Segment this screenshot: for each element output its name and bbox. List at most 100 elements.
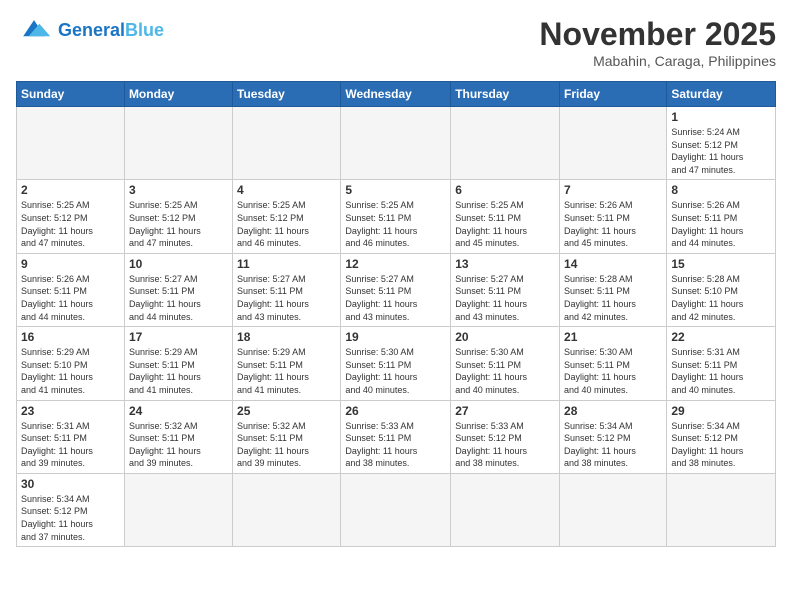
day-info: Sunrise: 5:27 AM Sunset: 5:11 PM Dayligh… xyxy=(129,273,228,323)
day-number: 3 xyxy=(129,183,228,197)
calendar-week-row: 30 Sunrise: 5:34 AM Sunset: 5:12 PM Dayli… xyxy=(17,473,776,546)
day-number: 23 xyxy=(21,404,120,418)
day-number: 20 xyxy=(455,330,555,344)
weekday-header: Sunday xyxy=(17,82,125,107)
calendar-day-cell: 24 Sunrise: 5:32 AM Sunset: 5:11 PM Dayli… xyxy=(124,400,232,473)
calendar-week-row: 2 Sunrise: 5:25 AM Sunset: 5:12 PM Daylig… xyxy=(17,180,776,253)
day-info: Sunrise: 5:34 AM Sunset: 5:12 PM Dayligh… xyxy=(21,493,120,543)
calendar-day-cell: 4 Sunrise: 5:25 AM Sunset: 5:12 PM Daylig… xyxy=(233,180,341,253)
day-info: Sunrise: 5:26 AM Sunset: 5:11 PM Dayligh… xyxy=(671,199,771,249)
day-number: 22 xyxy=(671,330,771,344)
weekday-header: Monday xyxy=(124,82,232,107)
day-number: 15 xyxy=(671,257,771,271)
calendar-day-cell: 7Sunrise: 5:26 AM Sunset: 5:11 PM Daylig… xyxy=(560,180,667,253)
calendar-day-cell: 14 Sunrise: 5:28 AM Sunset: 5:11 PM Dayli… xyxy=(560,253,667,326)
day-number: 30 xyxy=(21,477,120,491)
day-number: 18 xyxy=(237,330,336,344)
calendar-day-cell: 29 Sunrise: 5:34 AM Sunset: 5:12 PM Dayli… xyxy=(667,400,776,473)
calendar-day-cell: 13 Sunrise: 5:27 AM Sunset: 5:11 PM Dayli… xyxy=(451,253,560,326)
day-number: 4 xyxy=(237,183,336,197)
calendar-day-cell: 30 Sunrise: 5:34 AM Sunset: 5:12 PM Dayli… xyxy=(17,473,125,546)
calendar-day-cell: 8 Sunrise: 5:26 AM Sunset: 5:11 PM Daylig… xyxy=(667,180,776,253)
calendar-day-cell: 9Sunrise: 5:26 AM Sunset: 5:11 PM Daylig… xyxy=(17,253,125,326)
day-number: 17 xyxy=(129,330,228,344)
calendar-day-cell: 11 Sunrise: 5:27 AM Sunset: 5:11 PM Dayli… xyxy=(233,253,341,326)
calendar-day-cell xyxy=(341,107,451,180)
calendar-day-cell: 3 Sunrise: 5:25 AM Sunset: 5:12 PM Daylig… xyxy=(124,180,232,253)
day-number: 25 xyxy=(237,404,336,418)
calendar-day-cell: 17Sunrise: 5:29 AM Sunset: 5:11 PM Dayli… xyxy=(124,327,232,400)
calendar-day-cell xyxy=(451,473,560,546)
day-number: 11 xyxy=(237,257,336,271)
day-number: 24 xyxy=(129,404,228,418)
calendar-day-cell: 26 Sunrise: 5:33 AM Sunset: 5:11 PM Dayli… xyxy=(341,400,451,473)
weekday-header-row: SundayMondayTuesdayWednesdayThursdayFrid… xyxy=(17,82,776,107)
day-number: 6 xyxy=(455,183,555,197)
calendar-day-cell xyxy=(17,107,125,180)
location: Mabahin, Caraga, Philippines xyxy=(539,53,776,69)
calendar-day-cell: 1Sunrise: 5:24 AM Sunset: 5:12 PM Daylig… xyxy=(667,107,776,180)
calendar-day-cell: 15 Sunrise: 5:28 AM Sunset: 5:10 PM Dayli… xyxy=(667,253,776,326)
day-number: 10 xyxy=(129,257,228,271)
calendar-day-cell xyxy=(560,107,667,180)
calendar-day-cell xyxy=(124,473,232,546)
day-number: 26 xyxy=(345,404,446,418)
day-info: Sunrise: 5:32 AM Sunset: 5:11 PM Dayligh… xyxy=(237,420,336,470)
day-info: Sunrise: 5:32 AM Sunset: 5:11 PM Dayligh… xyxy=(129,420,228,470)
logo-text: GeneralBlue xyxy=(58,20,164,41)
day-info: Sunrise: 5:25 AM Sunset: 5:11 PM Dayligh… xyxy=(455,199,555,249)
day-number: 2 xyxy=(21,183,120,197)
logo: GeneralBlue xyxy=(16,16,164,44)
day-info: Sunrise: 5:31 AM Sunset: 5:11 PM Dayligh… xyxy=(671,346,771,396)
day-number: 5 xyxy=(345,183,446,197)
day-number: 9 xyxy=(21,257,120,271)
calendar-day-cell: 25 Sunrise: 5:32 AM Sunset: 5:11 PM Dayli… xyxy=(233,400,341,473)
day-number: 27 xyxy=(455,404,555,418)
day-number: 1 xyxy=(671,110,771,124)
day-info: Sunrise: 5:29 AM Sunset: 5:10 PM Dayligh… xyxy=(21,346,120,396)
day-info: Sunrise: 5:30 AM Sunset: 5:11 PM Dayligh… xyxy=(455,346,555,396)
weekday-header: Saturday xyxy=(667,82,776,107)
logo-blue: Blue xyxy=(125,20,164,40)
day-info: Sunrise: 5:27 AM Sunset: 5:11 PM Dayligh… xyxy=(237,273,336,323)
day-number: 12 xyxy=(345,257,446,271)
day-info: Sunrise: 5:27 AM Sunset: 5:11 PM Dayligh… xyxy=(345,273,446,323)
weekday-header: Tuesday xyxy=(233,82,341,107)
day-info: Sunrise: 5:29 AM Sunset: 5:11 PM Dayligh… xyxy=(237,346,336,396)
calendar-day-cell: 10 Sunrise: 5:27 AM Sunset: 5:11 PM Dayli… xyxy=(124,253,232,326)
day-info: Sunrise: 5:26 AM Sunset: 5:11 PM Dayligh… xyxy=(564,199,662,249)
day-number: 14 xyxy=(564,257,662,271)
logo-icon xyxy=(16,16,52,44)
calendar-day-cell: 2Sunrise: 5:25 AM Sunset: 5:12 PM Daylig… xyxy=(17,180,125,253)
calendar-day-cell: 20 Sunrise: 5:30 AM Sunset: 5:11 PM Dayli… xyxy=(451,327,560,400)
day-info: Sunrise: 5:34 AM Sunset: 5:12 PM Dayligh… xyxy=(564,420,662,470)
day-info: Sunrise: 5:25 AM Sunset: 5:11 PM Dayligh… xyxy=(345,199,446,249)
day-info: Sunrise: 5:28 AM Sunset: 5:10 PM Dayligh… xyxy=(671,273,771,323)
day-info: Sunrise: 5:25 AM Sunset: 5:12 PM Dayligh… xyxy=(237,199,336,249)
title-block: November 2025 Mabahin, Caraga, Philippin… xyxy=(539,16,776,69)
day-number: 19 xyxy=(345,330,446,344)
day-info: Sunrise: 5:34 AM Sunset: 5:12 PM Dayligh… xyxy=(671,420,771,470)
calendar-day-cell xyxy=(560,473,667,546)
day-number: 29 xyxy=(671,404,771,418)
day-info: Sunrise: 5:30 AM Sunset: 5:11 PM Dayligh… xyxy=(345,346,446,396)
day-info: Sunrise: 5:25 AM Sunset: 5:12 PM Dayligh… xyxy=(129,199,228,249)
calendar-day-cell: 21Sunrise: 5:30 AM Sunset: 5:11 PM Dayli… xyxy=(560,327,667,400)
calendar-week-row: 23 Sunrise: 5:31 AM Sunset: 5:11 PM Dayli… xyxy=(17,400,776,473)
calendar-day-cell: 27Sunrise: 5:33 AM Sunset: 5:12 PM Dayli… xyxy=(451,400,560,473)
calendar-day-cell xyxy=(451,107,560,180)
calendar-day-cell xyxy=(233,107,341,180)
day-info: Sunrise: 5:27 AM Sunset: 5:11 PM Dayligh… xyxy=(455,273,555,323)
day-number: 21 xyxy=(564,330,662,344)
calendar-day-cell: 28Sunrise: 5:34 AM Sunset: 5:12 PM Dayli… xyxy=(560,400,667,473)
day-number: 8 xyxy=(671,183,771,197)
day-info: Sunrise: 5:31 AM Sunset: 5:11 PM Dayligh… xyxy=(21,420,120,470)
calendar-day-cell: 23 Sunrise: 5:31 AM Sunset: 5:11 PM Dayli… xyxy=(17,400,125,473)
calendar-week-row: 16Sunrise: 5:29 AM Sunset: 5:10 PM Dayli… xyxy=(17,327,776,400)
day-info: Sunrise: 5:33 AM Sunset: 5:11 PM Dayligh… xyxy=(345,420,446,470)
calendar-day-cell xyxy=(124,107,232,180)
day-number: 13 xyxy=(455,257,555,271)
calendar-day-cell xyxy=(667,473,776,546)
day-info: Sunrise: 5:28 AM Sunset: 5:11 PM Dayligh… xyxy=(564,273,662,323)
weekday-header: Thursday xyxy=(451,82,560,107)
